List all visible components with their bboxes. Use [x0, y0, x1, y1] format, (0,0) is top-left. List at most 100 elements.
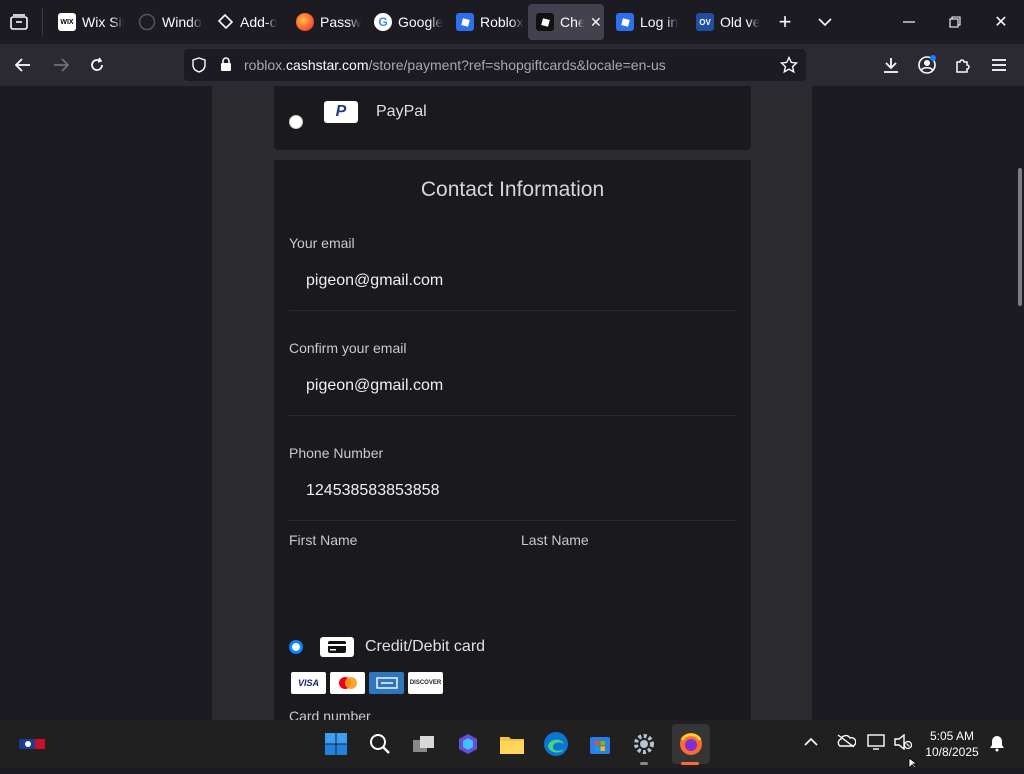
new-tab-icon[interactable]: +: [770, 8, 800, 36]
minimize-icon[interactable]: [894, 8, 924, 36]
edge-icon[interactable]: [540, 728, 572, 760]
wix-icon: WIX: [58, 13, 76, 31]
notifications-bell-icon[interactable]: [988, 734, 1006, 757]
confirm-email-input[interactable]: pigeon@gmail.com: [306, 377, 443, 395]
visa-logo-text: VISA: [297, 678, 319, 688]
account-icon[interactable]: [912, 51, 942, 79]
phone-label: Phone Number: [289, 445, 384, 461]
active-app-indicator: [681, 762, 699, 765]
tab-login[interactable]: Log in: [608, 4, 688, 40]
amex-logo-icon: [369, 672, 404, 694]
web-page: P PayPal Contact Information Your email …: [0, 86, 1024, 720]
downloads-icon[interactable]: [876, 51, 906, 79]
microsoft-store-icon[interactable]: [584, 728, 616, 760]
clock-date: 10/8/2025: [925, 745, 979, 759]
show-hidden-icons-chevron-icon[interactable]: [804, 734, 818, 752]
roblox-icon: [536, 13, 554, 31]
first-name-input[interactable]: [289, 555, 504, 597]
tab-strip: WIX Wix Sit Windo Add-o Passw G Google R…: [0, 0, 1024, 44]
restore-icon[interactable]: [940, 8, 970, 36]
email-input[interactable]: pigeon@gmail.com: [306, 272, 443, 290]
url-subdomain: roblox.: [244, 57, 287, 73]
tab-old-version[interactable]: OV Old ve: [688, 4, 768, 40]
confirm-email-underline: [289, 415, 736, 416]
discover-logo-text: DISCOVER: [409, 680, 442, 686]
github-icon: [138, 13, 156, 31]
tab-checkout[interactable]: Che ✕: [528, 4, 604, 40]
tab-windows[interactable]: Windo: [130, 4, 208, 40]
tab-divider: [42, 8, 43, 36]
tab-google[interactable]: G Google: [366, 4, 446, 40]
mastercard-logo-icon: [330, 672, 365, 694]
first-name-label: First Name: [289, 532, 358, 548]
start-windows-icon[interactable]: [320, 728, 352, 760]
tab-title: Log in: [640, 14, 679, 30]
search-icon[interactable]: [364, 728, 396, 760]
tab-wix[interactable]: WIX Wix Sit: [50, 4, 124, 40]
lock-icon[interactable]: [220, 57, 232, 77]
roblox-icon: [616, 13, 634, 31]
paypal-logo-icon: P: [324, 101, 358, 123]
navigation-toolbar: roblox.cashstar.com/store/payment?ref=sh…: [0, 44, 1024, 86]
close-tab-icon[interactable]: ✕: [590, 14, 602, 31]
puzzle-icon: [216, 13, 234, 31]
clock[interactable]: 5:05 AM 10/8/2025: [922, 728, 982, 760]
mouse-cursor-icon: [908, 756, 920, 774]
address-bar[interactable]: roblox.cashstar.com/store/payment?ref=sh…: [184, 49, 806, 81]
tab-passwords[interactable]: Passw: [288, 4, 366, 40]
paypal-option-card[interactable]: P PayPal: [274, 86, 751, 150]
paypal-radio[interactable]: [289, 115, 303, 129]
tab-list-chevron-icon[interactable]: [810, 8, 840, 36]
running-indicator: [640, 762, 648, 765]
ov-icon: OV: [696, 13, 714, 31]
file-explorer-icon[interactable]: [496, 728, 528, 760]
tab-title: Windo: [162, 14, 202, 30]
card-option-radio[interactable]: [289, 640, 303, 654]
last-name-input[interactable]: [521, 555, 736, 597]
close-window-icon[interactable]: ✕: [986, 8, 1016, 36]
tab-title: Wix Sit: [82, 14, 124, 30]
firefox-taskbar-icon[interactable]: [672, 724, 710, 764]
clock-time: 5:05 AM: [929, 729, 975, 743]
url-text: roblox.cashstar.com/store/payment?ref=sh…: [244, 57, 666, 73]
card-option-label: Credit/Debit card: [365, 638, 486, 655]
tab-title: Passw: [320, 14, 362, 30]
email-label: Your email: [289, 235, 355, 251]
bookmark-star-icon[interactable]: [779, 55, 799, 79]
settings-gear-icon[interactable]: [628, 728, 660, 760]
visa-logo-icon: VISA: [291, 672, 326, 694]
card-number-label: Card number: [289, 708, 371, 720]
google-icon: G: [374, 13, 392, 31]
copilot-icon[interactable]: [452, 728, 484, 760]
onedrive-icon[interactable]: [836, 734, 857, 753]
roblox-icon: [456, 13, 474, 31]
extensions-puzzle-icon[interactable]: [948, 51, 978, 79]
confirm-email-label: Confirm your email: [289, 340, 407, 356]
back-icon[interactable]: [8, 51, 38, 79]
url-path: /store/payment?ref=shopgiftcards&locale=…: [368, 57, 666, 73]
network-icon[interactable]: [866, 734, 886, 755]
volume-muted-icon[interactable]: [894, 733, 913, 755]
credit-card-icon: [320, 637, 354, 657]
page-scrollbar[interactable]: [1018, 168, 1022, 306]
contact-heading: Contact Information: [420, 178, 605, 201]
email-underline: [289, 310, 736, 311]
tab-title: Google: [398, 14, 444, 30]
paypal-label: PayPal: [376, 103, 427, 120]
reload-icon[interactable]: [82, 51, 112, 79]
last-name-label: Last Name: [521, 532, 589, 548]
widgets-icon[interactable]: [16, 728, 48, 760]
tab-title: Roblox: [480, 14, 524, 30]
tracking-shield-icon[interactable]: [192, 57, 206, 78]
tab-title: Che: [560, 14, 584, 30]
phone-input[interactable]: 124538583853858: [306, 482, 439, 500]
tab-addons[interactable]: Add-o: [208, 4, 286, 40]
firefox-icon: [296, 13, 314, 31]
task-view-icon[interactable]: [408, 728, 440, 760]
discover-logo-icon: DISCOVER: [408, 672, 443, 694]
tab-overview-icon[interactable]: [4, 8, 34, 36]
hamburger-menu-icon[interactable]: [984, 51, 1014, 79]
tab-roblox[interactable]: Roblox: [448, 4, 526, 40]
forward-icon[interactable]: [46, 51, 76, 79]
windows-taskbar: 5:05 AM 10/8/2025: [0, 720, 1024, 768]
